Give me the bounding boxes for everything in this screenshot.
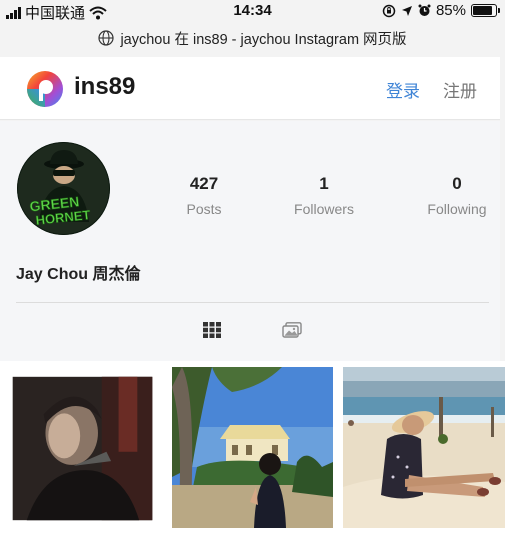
login-link[interactable]: 登录 (386, 77, 420, 102)
followers-count: 1 (319, 174, 329, 193)
site-header: ins89 登录 注册 (0, 57, 500, 120)
grid-photo-1[interactable] (3, 367, 162, 530)
grid-icon[interactable] (203, 322, 221, 338)
posts-count: 427 (189, 174, 219, 193)
page-title: jaychou 在 ins89 - jaychou Instagram 网页版 (120, 31, 407, 48)
avatar[interactable]: GREEN HORNET (17, 142, 110, 235)
gallery-icon[interactable] (282, 322, 302, 338)
display-name: Jay Chou 周杰倫 (16, 266, 141, 283)
battery-icon (471, 4, 500, 17)
followers-label: Followers (294, 201, 354, 217)
battery-percent: 85% (435, 2, 466, 19)
grid-photo-3[interactable] (343, 367, 505, 528)
stat-posts[interactable]: 427 Posts (149, 174, 259, 217)
stat-followers[interactable]: 1 Followers (269, 174, 379, 217)
alarm-icon (418, 4, 431, 16)
url-bar[interactable]: jaychou 在 ins89 - jaychou Instagram 网页版 (0, 24, 505, 52)
signup-link[interactable]: 注册 (443, 77, 477, 102)
status-right: 85% (382, 2, 500, 19)
globe-icon (98, 30, 115, 46)
photo-grid (0, 361, 505, 540)
profile-section: GREEN HORNET 427 Posts 1 Followers 0 Fol… (0, 121, 500, 361)
ins89-logo-icon[interactable] (26, 70, 64, 108)
battery-fill (473, 6, 492, 15)
brand-name[interactable]: ins89 (74, 73, 135, 101)
status-bar: 中国联通 14:34 85% (0, 0, 505, 22)
location-arrow-icon (401, 5, 412, 16)
stat-following[interactable]: 0 Following (402, 174, 505, 217)
divider (16, 302, 489, 303)
following-label: Following (427, 201, 487, 217)
posts-label: Posts (186, 201, 222, 217)
grid-photo-2[interactable] (172, 367, 333, 528)
following-count: 0 (452, 174, 462, 193)
rotation-lock-icon (382, 4, 396, 17)
